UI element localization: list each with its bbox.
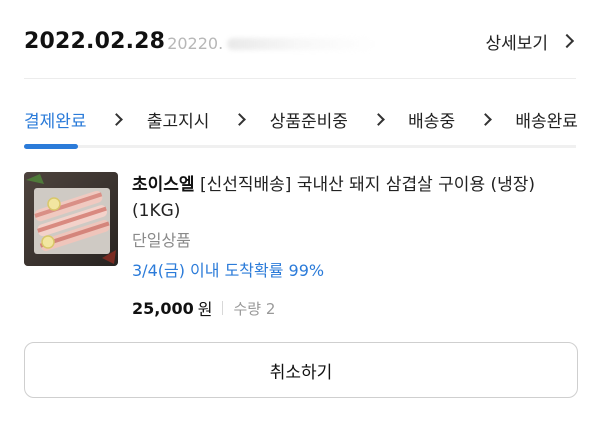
price-row: 25,000 원 수량 2 [132, 296, 576, 320]
divider [222, 301, 224, 315]
step-delivered: 배송완료 [515, 111, 578, 132]
details-link[interactable]: 상세보기 [485, 29, 576, 54]
product-card: 초이스엘 [신선직배송] 국내산 돼지 삼겹살 구이용 (냉장) (1KG) 단… [24, 172, 576, 322]
step-preparing: 상품준비중 [269, 111, 348, 132]
product-thumbnail[interactable] [24, 172, 118, 266]
chevron-right-icon [233, 112, 246, 126]
progress-indicator [24, 144, 78, 149]
delivery-eta: 3/4(금) 이내 도착확률 99% [132, 261, 325, 280]
order-number-redacted [227, 38, 378, 50]
status-steps: 결제완료 출고지시 상품준비중 배송중 배송완료 [24, 104, 578, 134]
chevron-right-icon [371, 112, 385, 126]
order-header: 2022.02.28 20220. 상세보기 [24, 26, 576, 56]
product-title[interactable]: 초이스엘 [신선직배송] 국내산 돼지 삼겹살 구이용 (냉장) (1KG) [132, 172, 576, 224]
order-number: 20220. [167, 33, 224, 53]
chevron-right-icon [478, 112, 492, 126]
step-in-transit: 배송중 [408, 111, 456, 132]
product-price: 25,000 [132, 298, 194, 318]
details-label: 상세보기 [485, 33, 548, 54]
order-date: 2022.02.28 [24, 28, 166, 54]
cancel-button-label: 취소하기 [269, 362, 333, 383]
divider [24, 78, 576, 79]
currency-unit: 원 [197, 300, 213, 319]
product-option: 단일상품 [132, 231, 191, 250]
product-brand: 초이스엘 [132, 175, 195, 195]
product-info: 초이스엘 [신선직배송] 국내산 돼지 삼겹살 구이용 (냉장) (1KG) 단… [132, 172, 576, 320]
product-quantity: 수량 2 [233, 299, 276, 318]
step-payment-complete: 결제완료 [24, 111, 87, 132]
pork-belly-icon [24, 172, 118, 266]
chevron-right-icon [559, 33, 575, 49]
chevron-right-icon [110, 112, 124, 126]
progress-track [24, 145, 576, 148]
step-shipping-order: 출고지시 [146, 111, 210, 132]
cancel-button[interactable]: 취소하기 [24, 342, 578, 398]
